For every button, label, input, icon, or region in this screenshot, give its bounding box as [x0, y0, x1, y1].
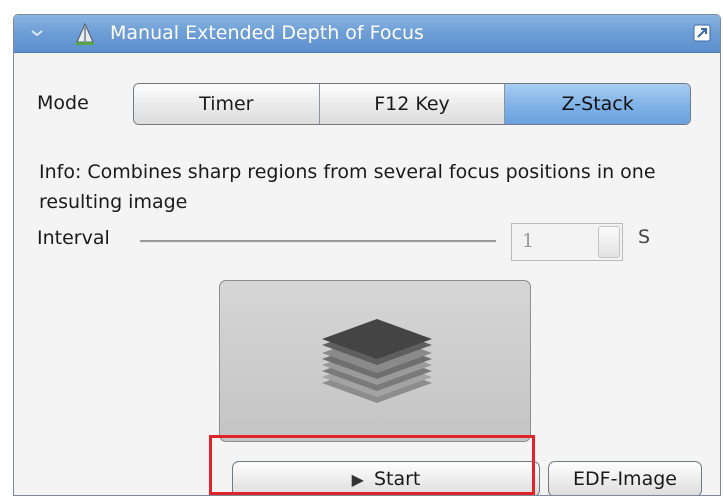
edf-image-button-label: EDF-Image — [573, 468, 677, 490]
window-frame-top: ▔▔▔▔▔▔▔▔▔▔▔ — [0, 0, 723, 14]
edf-tool-panel: Manual Extended Depth of Focus Mode Time… — [13, 14, 721, 496]
interval-spinbox[interactable]: 1 — [511, 223, 623, 261]
mode-option-timer[interactable]: Timer — [134, 84, 320, 124]
interval-value[interactable]: 1 — [522, 230, 534, 252]
panel-title: Manual Extended Depth of Focus — [110, 22, 424, 44]
cropped-heading-fragment: ▔▔▔▔▔▔▔▔▔▔▔ — [0, 0, 198, 13]
interval-spin-button[interactable] — [598, 226, 620, 258]
mode-selector: Timer F12 Key Z-Stack — [133, 83, 691, 125]
z-stack-preview — [219, 280, 531, 442]
popout-icon[interactable] — [692, 23, 712, 43]
start-button-highlight — [209, 435, 535, 495]
interval-unit: S — [638, 226, 651, 248]
interval-label: Interval — [37, 227, 110, 249]
edf-app-icon — [76, 22, 94, 45]
mode-option-f12-key[interactable]: F12 Key — [319, 84, 506, 124]
mode-label: Mode — [37, 92, 89, 114]
interval-slider[interactable] — [140, 240, 496, 243]
collapse-icon[interactable] — [30, 26, 44, 40]
z-stack-layers-icon — [322, 319, 432, 403]
edf-image-button[interactable]: EDF-Image — [548, 461, 702, 495]
panel-titlebar[interactable]: Manual Extended Depth of Focus — [14, 15, 720, 53]
mode-option-z-stack[interactable]: Z-Stack — [505, 84, 690, 124]
info-text: Info: Combines sharp regions from severa… — [39, 161, 656, 213]
